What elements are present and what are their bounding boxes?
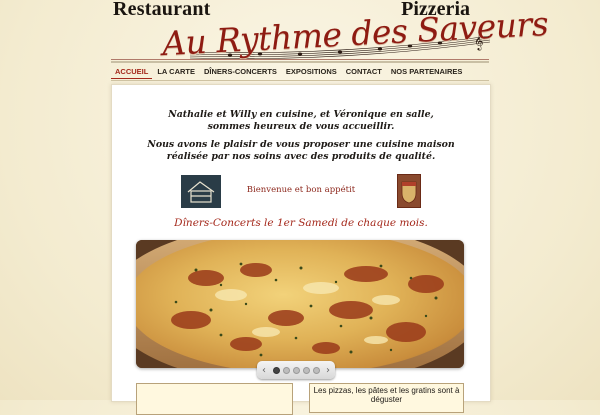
main-nav: ACCUEIL LA CARTE DÎNERS-CONCERTS EXPOSIT… <box>111 64 489 79</box>
intro-line-1: Nathalie et Willy en cuisine, et Véroniq… <box>168 109 434 120</box>
slider-dot-5[interactable] <box>312 366 320 374</box>
intro-line-4: réalisée par nos soins avec des produits… <box>166 151 436 162</box>
intro-text: Nathalie et Willy en cuisine, et Véroniq… <box>112 109 490 169</box>
slider-dot-3[interactable] <box>292 366 300 374</box>
nav-accueil[interactable]: ACCUEIL <box>111 65 153 79</box>
nav-la-carte[interactable]: LA CARTE <box>153 65 199 78</box>
content-panel: Nathalie et Willy en cuisine, et Véroniq… <box>111 84 491 415</box>
nav-expositions[interactable]: EXPOSITIONS <box>282 65 341 78</box>
chevron-right-icon[interactable]: › <box>323 365 334 376</box>
brand-restaurant: Restaurant <box>113 0 211 20</box>
header-divider-shadow <box>111 61 489 63</box>
slider-controls: ‹ › <box>257 361 335 379</box>
slider-dot-4[interactable] <box>302 366 310 374</box>
info-box-right: Les pizzas, les pâtes et les gratins son… <box>309 383 464 413</box>
house-icon[interactable] <box>181 175 221 208</box>
slider-dot-1[interactable] <box>272 366 280 374</box>
nav-diners-concerts[interactable]: DÎNERS-CONCERTS <box>200 65 281 78</box>
chevron-left-icon[interactable]: ‹ <box>259 365 270 376</box>
shield-icon[interactable] <box>397 174 421 208</box>
welcome-text: Bienvenue et bon appétit <box>246 185 356 195</box>
nav-divider <box>111 80 489 81</box>
info-box-left <box>136 383 293 415</box>
concerts-announcement[interactable]: Dîners-Concerts le 1er Samedi de chaque … <box>112 217 490 229</box>
site-header: Restaurant Pizzeria 𝄞 Au Rythme des Save… <box>110 0 549 64</box>
slider-dot-2[interactable] <box>282 366 290 374</box>
nav-contact[interactable]: CONTACT <box>342 65 386 78</box>
pizza-photo <box>136 240 464 368</box>
nav-nos-partenaires[interactable]: NOS PARTENAIRES <box>387 65 467 78</box>
intro-line-3: Nous avons le plaisir de vous proposer u… <box>147 139 455 150</box>
info-box-line-1: Les pizzas, les pâtes et les gratins son… <box>313 386 460 395</box>
intro-line-2: sommes heureux de vous accueillir. <box>207 121 395 132</box>
header-divider <box>111 59 489 60</box>
image-slider[interactable] <box>136 240 464 368</box>
